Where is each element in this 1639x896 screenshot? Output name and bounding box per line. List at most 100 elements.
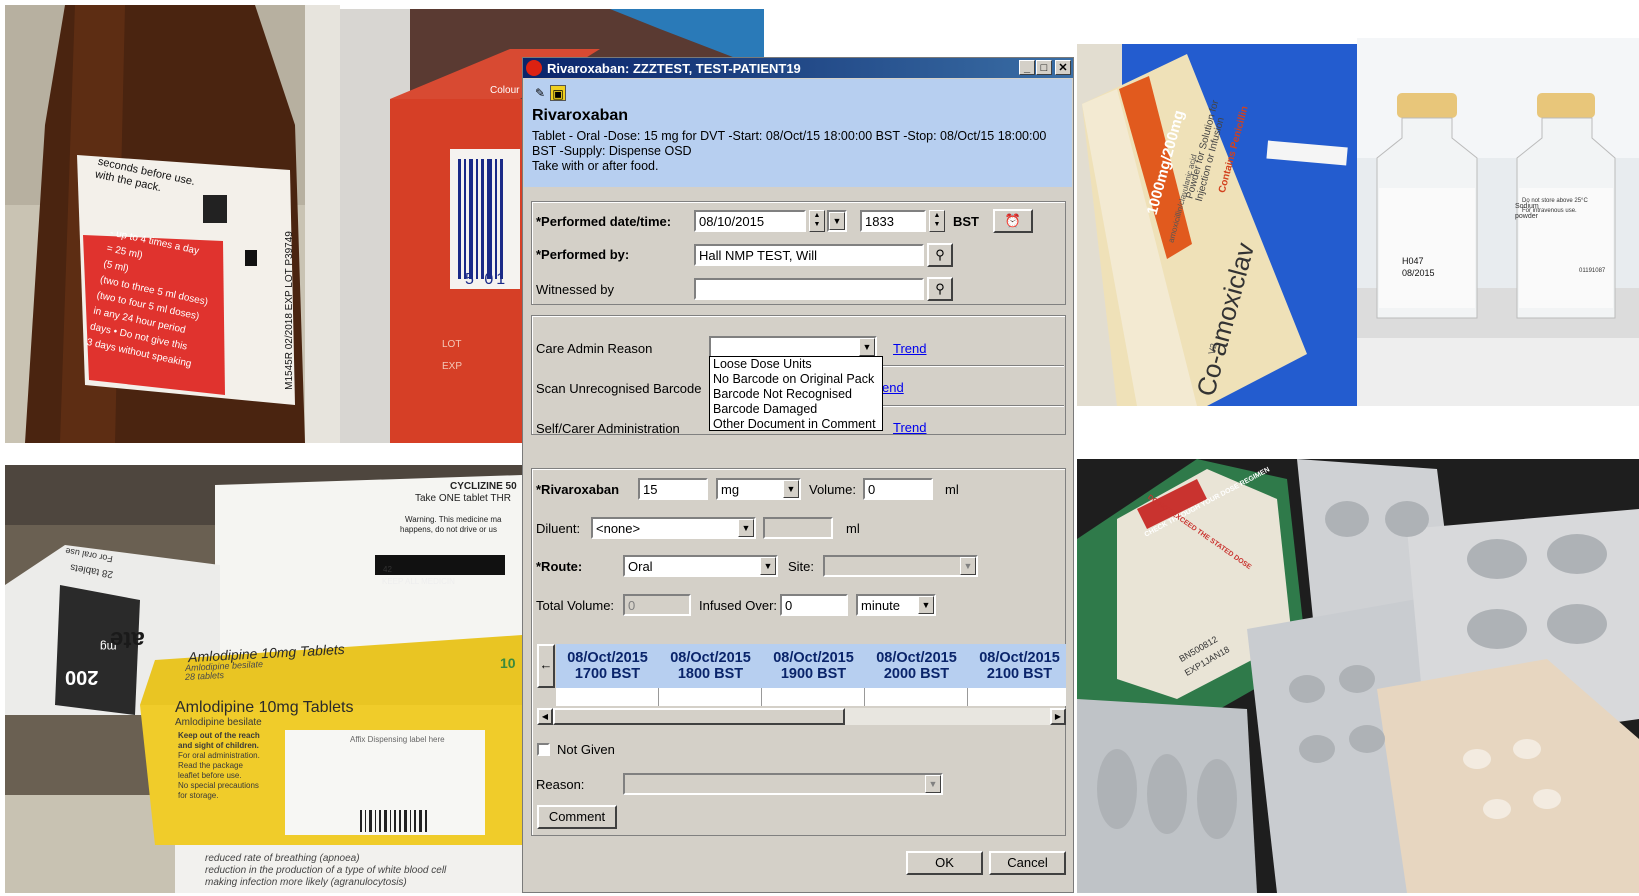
scroll-left-button[interactable]: ◀ [537, 708, 553, 725]
option-loose-dose-units[interactable]: Loose Dose Units [710, 357, 882, 372]
chevron-down-icon: ▼ [925, 775, 941, 793]
cyclizine-direction: Take ONE tablet THR [415, 493, 511, 504]
maximize-button[interactable]: □ [1036, 60, 1052, 75]
infused-unit-value: minute [861, 598, 901, 613]
dose-unit-select[interactable]: mg ▼ [716, 478, 801, 500]
task-info-icon[interactable]: ✎ [532, 85, 548, 101]
close-button[interactable]: ✕ [1055, 60, 1071, 75]
order-details-line: Tablet - Oral -Dose: 15 mg for DVT -Star… [532, 129, 1047, 143]
date-picker-dropdown[interactable]: ▼ [827, 210, 847, 232]
diluent-label: Diluent: [536, 521, 581, 536]
photo-amlodipine-boxes: CYCLIZINE 50 Take ONE tablet THR Warning… [5, 465, 522, 893]
leaflet-line: reduction in the production of a type of… [205, 865, 447, 876]
slot-time: 1900 BST [780, 666, 847, 682]
order-info-icon[interactable]: ▣ [550, 85, 566, 101]
route-label: *Route: [536, 559, 583, 574]
option-barcode-damaged[interactable]: Barcode Damaged [710, 402, 882, 417]
performed-time-field[interactable]: 1833 [860, 210, 926, 232]
amlodipine-title: Amlodipine 10mg Tablets [175, 699, 354, 716]
option-barcode-not-recognised[interactable]: Barcode Not Recognised [710, 387, 882, 402]
scan-trend-link[interactable]: end [882, 380, 904, 395]
schedule-cell[interactable] [556, 688, 659, 706]
care-admin-trend-link[interactable]: Trend [893, 341, 926, 356]
amlodipine-instructions: Keep out of the reach and sight of child… [178, 731, 260, 801]
time-spinner[interactable]: ▲ ▼ [929, 210, 945, 232]
date-spinner[interactable]: ▲ ▼ [809, 210, 825, 232]
amlodipine-generic: Amlodipine besilate [175, 717, 262, 728]
site-select: ▼ [823, 555, 978, 577]
amlodipine-line: for storage. [178, 791, 219, 800]
chevron-down-icon: ▼ [960, 557, 976, 575]
window-title: Rivaroxaban: ZZZTEST, TEST-PATIENT19 [547, 61, 801, 76]
title-bar: Rivaroxaban: ZZZTEST, TEST-PATIENT19 _ □… [523, 58, 1073, 78]
cancel-button[interactable]: Cancel [989, 851, 1066, 875]
schedule-strip: 08/Oct/2015 1700 BST 08/Oct/2015 1800 BST … [556, 644, 1066, 706]
cyclizine-title: CYCLIZINE 50 [450, 481, 517, 492]
schedule-slot[interactable]: 08/Oct/2015 1700 BST [556, 644, 659, 688]
diluent-select[interactable]: <none> ▼ [591, 517, 756, 539]
schedule-cell[interactable] [968, 688, 1066, 706]
infused-over-label: Infused Over: [699, 598, 778, 613]
not-given-checkbox[interactable] [537, 743, 550, 756]
schedule-slot[interactable]: 08/Oct/2015 2100 BST [968, 644, 1066, 688]
alarm-clock-button[interactable]: ⏰ [993, 209, 1033, 233]
vial-date: 08/2015 [1402, 268, 1435, 278]
reason-label: Reason: [536, 777, 585, 792]
slot-time: 1700 BST [574, 666, 641, 682]
slot-date: 08/Oct/2015 [979, 650, 1060, 666]
performed-by-label: *Performed by: [536, 247, 630, 262]
not-given-label: Not Given [557, 742, 615, 757]
performed-by-field[interactable]: Hall NMP TEST, Will [694, 244, 924, 266]
self-carer-label: Self/Carer Administration [536, 421, 680, 436]
scroll-right-button[interactable]: ▶ [1050, 708, 1066, 725]
chevron-down-icon: ▼ [760, 557, 776, 575]
schedule-back-button[interactable]: ← [537, 644, 555, 688]
dispensing-label-area: Affix Dispensing label here [350, 735, 445, 744]
minimize-button[interactable]: _ [1019, 60, 1035, 75]
triangle-left-icon: ◀ [541, 712, 549, 721]
order-details-line: BST -Supply: Dispense OSD [532, 144, 692, 158]
schedule-cell[interactable] [762, 688, 865, 706]
care-admin-reason-label: Care Admin Reason [536, 341, 653, 356]
schedule-slot[interactable]: 08/Oct/2015 1800 BST [659, 644, 762, 688]
bottle-code: P39749 [283, 231, 295, 266]
witnessed-by-search-button[interactable]: ⚲ [927, 277, 953, 301]
infused-over-field[interactable]: 0 [780, 594, 848, 616]
schedule-cell[interactable] [865, 688, 968, 706]
binoculars-icon: ⚲ [935, 281, 945, 296]
bottle-lot: LOT [283, 268, 295, 288]
schedule-slot[interactable]: 08/Oct/2015 2000 BST [865, 644, 968, 688]
schedule-scrollbar[interactable]: ◀ ▶ [537, 708, 1066, 725]
infused-unit-select[interactable]: minute ▼ [856, 594, 936, 616]
slot-date: 08/Oct/2015 [876, 650, 957, 666]
care-admin-reason-options: Loose Dose Units No Barcode on Original … [709, 356, 883, 431]
volume-field[interactable]: 0 [863, 478, 933, 500]
scan-unrecognised-label: Scan Unrecognised Barcode [536, 381, 702, 396]
dose-amount-field[interactable]: 15 [638, 478, 708, 500]
comment-button[interactable]: Comment [537, 805, 617, 829]
care-admin-reason-select[interactable]: ▼ [709, 336, 877, 358]
performed-date-field[interactable]: 08/10/2015 [694, 210, 806, 232]
site-label: Site: [788, 559, 815, 574]
ok-button[interactable]: OK [906, 851, 983, 875]
slot-time: 1800 BST [677, 666, 744, 682]
slot-date: 08/Oct/2015 [567, 650, 648, 666]
slot-time: 2100 BST [986, 666, 1053, 682]
photo-co-amoxiclav: 1000mg/200mg Co-amoxiclav Powder for Sol… [1077, 44, 1357, 406]
photo-vials: H047 08/2015 Do not store above 25°C For… [1357, 38, 1639, 406]
option-other-document[interactable]: Other Document in Comment [710, 417, 882, 432]
self-carer-trend-link[interactable]: Trend [893, 420, 926, 435]
option-no-barcode[interactable]: No Barcode on Original Pack [710, 372, 882, 387]
witnessed-by-field[interactable] [694, 278, 924, 300]
not-given-reason-select: ▼ [623, 773, 943, 795]
amlodipine-line: No special precautions [178, 781, 259, 790]
scroll-thumb[interactable] [553, 708, 845, 725]
volume-label: Volume: [809, 482, 856, 497]
bottle-batch-text: M1545R 02/2018 EXP LOT P39749 [284, 231, 295, 390]
schedule-cell[interactable] [659, 688, 762, 706]
performed-by-search-button[interactable]: ⚲ [927, 243, 953, 267]
binoculars-icon: ⚲ [935, 247, 945, 262]
chevron-down-icon: ▼ [859, 338, 875, 356]
route-select[interactable]: Oral ▼ [623, 555, 778, 577]
schedule-slot[interactable]: 08/Oct/2015 1900 BST [762, 644, 865, 688]
